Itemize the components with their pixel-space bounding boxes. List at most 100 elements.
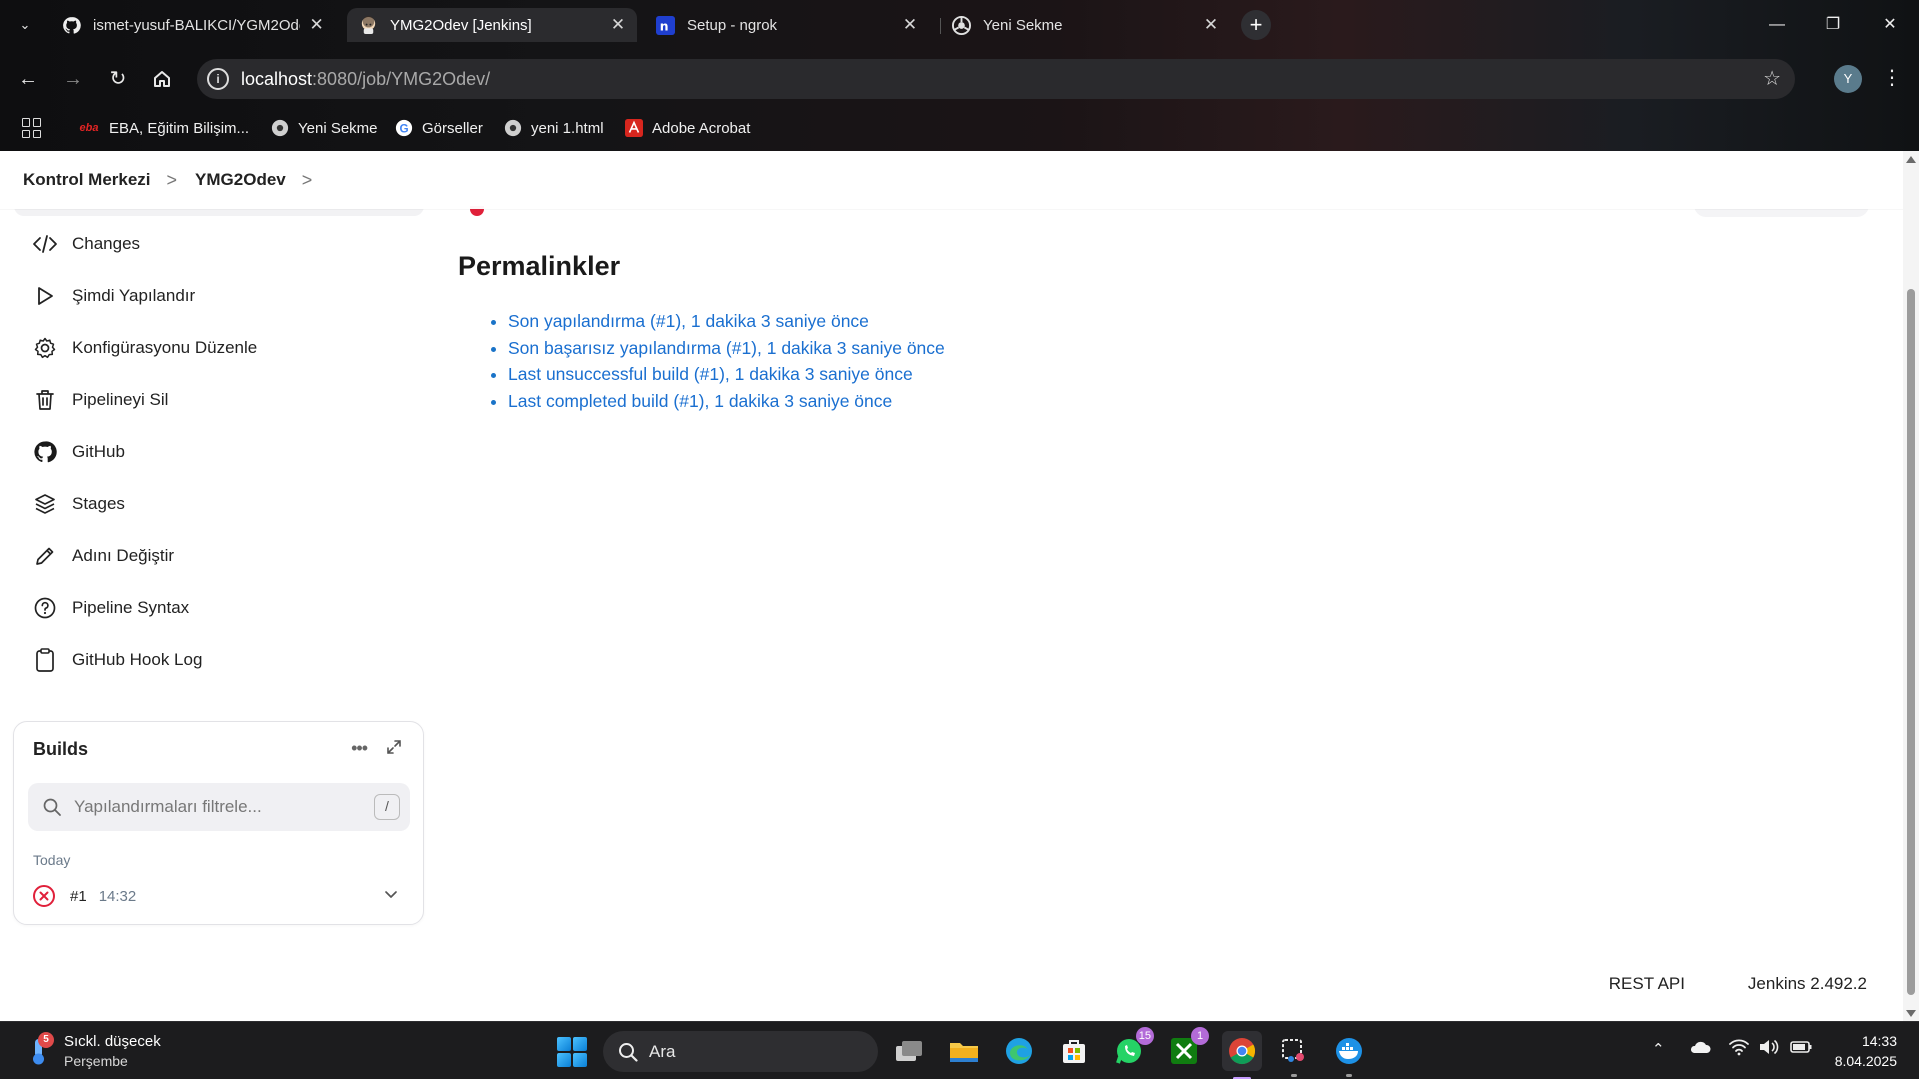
sidebar-item-rename[interactable]: Adını Değiştir: [32, 530, 412, 582]
scroll-up-arrow-icon[interactable]: [1906, 156, 1916, 163]
svg-text:G: G: [400, 123, 409, 136]
chevron-up-icon[interactable]: ⌃: [1652, 1040, 1665, 1058]
weather-title: Sıckl. düşecek: [64, 1033, 161, 1050]
sidebar-item-changes[interactable]: Changes: [32, 218, 412, 270]
xbox-icon[interactable]: 1: [1167, 1027, 1209, 1068]
tab-ngrok[interactable]: n Setup - ngrok ✕: [644, 8, 929, 42]
system-clock[interactable]: 14:33 8.04.2025: [1835, 1031, 1897, 1071]
sidebar-item-github[interactable]: GitHub: [32, 426, 412, 478]
page-scrollbar[interactable]: [1903, 151, 1919, 1021]
breadcrumb-dashboard[interactable]: Kontrol Merkezi: [23, 170, 151, 190]
window-close-icon[interactable]: ✕: [1875, 12, 1905, 38]
browser-menu-icon[interactable]: ⋮: [1882, 64, 1902, 92]
close-icon[interactable]: ✕: [901, 15, 919, 35]
close-icon[interactable]: ✕: [1202, 15, 1220, 35]
new-tab-button[interactable]: +: [1241, 10, 1271, 40]
rest-api-link[interactable]: REST API: [1609, 974, 1685, 994]
tab-strip: ⌄ ismet-yusuf-BALIKCI/YGM2Odev ✕ YMG2Ode…: [0, 0, 1919, 50]
permalink-last-completed-build[interactable]: Last completed build (#1), 1 dakika 3 sa…: [508, 391, 892, 411]
bookmark-yeni-html[interactable]: yeni 1.html: [504, 116, 604, 140]
reload-icon[interactable]: ↻: [102, 63, 134, 95]
sidebar-item-github-hook-log[interactable]: GitHub Hook Log: [32, 634, 412, 686]
address-bar[interactable]: i localhost:8080/job/YMG2Odev/ ☆: [197, 59, 1795, 99]
pencil-icon: [32, 543, 58, 569]
restore-icon[interactable]: ❐: [1818, 12, 1848, 38]
permalink-last-unsuccessful-build[interactable]: Last unsuccessful build (#1), 1 dakika 3…: [508, 364, 913, 384]
sidebar-item-configure[interactable]: Konfigürasyonu Düzenle: [32, 322, 412, 374]
taskbar-search[interactable]: Ara: [603, 1031, 878, 1072]
bookmark-yeni-sekme[interactable]: Yeni Sekme: [271, 116, 378, 140]
jenkins-icon: [359, 15, 378, 35]
tab-github[interactable]: ismet-yusuf-BALIKCI/YGM2Odev ✕: [50, 8, 335, 42]
build-row[interactable]: #1 14:32: [28, 879, 410, 913]
list-item: Son başarısız yapılandırma (#1), 1 dakik…: [508, 335, 1858, 362]
tab-jenkins[interactable]: YMG2Odev [Jenkins] ✕: [347, 8, 637, 42]
weather-subtitle: Perşembe: [64, 1053, 128, 1069]
permalink-last-build[interactable]: Son yapılandırma (#1), 1 dakika 3 saniye…: [508, 311, 869, 331]
bookmark-gorseller[interactable]: G Görseller: [395, 116, 483, 140]
clipboard-icon: [32, 647, 58, 673]
battery-icon[interactable]: [1789, 1038, 1813, 1060]
jenkins-version-link[interactable]: Jenkins 2.492.2: [1748, 974, 1867, 994]
tab-new[interactable]: Yeni Sekme ✕: [940, 8, 1230, 42]
sidebar-item-stages[interactable]: Stages: [32, 478, 412, 530]
file-explorer-icon[interactable]: [947, 1034, 981, 1068]
forward-arrow-icon[interactable]: →: [57, 63, 89, 95]
github-icon: [32, 439, 58, 465]
bookmark-acrobat[interactable]: Adobe Acrobat: [625, 116, 750, 140]
failed-status-icon: [32, 884, 56, 908]
bookmark-star-icon[interactable]: ☆: [1763, 66, 1781, 91]
help-icon: [32, 595, 58, 621]
back-arrow-icon[interactable]: ←: [12, 63, 44, 95]
microsoft-store-icon[interactable]: [1057, 1034, 1091, 1068]
svg-text:n: n: [660, 19, 669, 33]
minimize-icon[interactable]: —: [1762, 12, 1792, 38]
chevron-down-icon[interactable]: [382, 885, 400, 903]
more-options-icon[interactable]: •••: [351, 738, 368, 759]
github-icon: [62, 16, 81, 35]
volume-icon[interactable]: [1758, 1038, 1780, 1060]
tab-title: Setup - ngrok: [687, 16, 778, 34]
navigation-bar: ← → ↻ i localhost:8080/job/YMG2Odev/ ☆ Y…: [0, 50, 1919, 108]
chevron-right-icon: >: [166, 169, 178, 190]
sidebar-item-pipeline-syntax[interactable]: Pipeline Syntax: [32, 582, 412, 634]
home-icon[interactable]: [146, 63, 178, 95]
close-icon[interactable]: ✕: [308, 15, 325, 35]
bookmark-eba[interactable]: eba EBA, Eğitim Bilişim...: [78, 116, 250, 140]
edge-browser-icon[interactable]: [1002, 1034, 1036, 1068]
onedrive-cloud-icon[interactable]: [1688, 1038, 1712, 1060]
wifi-icon[interactable]: [1728, 1038, 1750, 1060]
sidebar-item-delete-pipeline[interactable]: Pipelineyi Sil: [32, 374, 412, 426]
chevron-right-icon[interactable]: >: [302, 170, 313, 191]
snipping-tool-icon[interactable]: [1277, 1034, 1311, 1077]
chrome-taskbar-icon[interactable]: [1222, 1031, 1262, 1079]
expand-icon[interactable]: [385, 738, 403, 756]
task-view-icon[interactable]: [892, 1034, 926, 1068]
bookmarks-bar: eba EBA, Eğitim Bilişim... Yeni Sekme G …: [0, 108, 1919, 150]
tab-search-chevron-icon[interactable]: ⌄: [12, 13, 38, 37]
weather-widget[interactable]: 5 Sıckl. düşecek Perşembe: [26, 1032, 226, 1072]
breadcrumb-job[interactable]: YMG2Odev: [195, 170, 286, 190]
profile-avatar[interactable]: Y: [1834, 65, 1862, 93]
builds-filter-input[interactable]: Yapılandırmaları filtrele... /: [28, 783, 410, 831]
play-icon: [32, 283, 58, 309]
main-content: Permalinkler Son yapılandırma (#1), 1 da…: [458, 251, 1858, 414]
chrome-icon: [952, 15, 971, 35]
apps-grid-icon[interactable]: [22, 118, 42, 138]
notification-badge: 15: [1135, 1027, 1154, 1045]
builds-panel: Builds ••• Yapılandırmaları filtrele... …: [13, 721, 424, 925]
sidebar-item-build-now[interactable]: Şimdi Yapılandır: [32, 270, 412, 322]
jenkins-page: Kontrol Merkezi > YMG2Odev > Changes Şim…: [0, 151, 1903, 1021]
docker-icon[interactable]: [1332, 1034, 1366, 1077]
windows-taskbar: 5 Sıckl. düşecek Perşembe Ara 15 1 ⌃ 14:…: [0, 1021, 1919, 1079]
site-info-icon[interactable]: i: [207, 68, 229, 90]
build-number[interactable]: #1: [70, 888, 87, 905]
windows-start-icon[interactable]: [557, 1037, 587, 1067]
filter-placeholder: Yapılandırmaları filtrele...: [74, 797, 262, 816]
whatsapp-icon[interactable]: 15: [1112, 1027, 1154, 1068]
close-icon[interactable]: ✕: [609, 15, 627, 35]
scrollbar-thumb[interactable]: [1907, 289, 1915, 995]
gear-icon: [32, 335, 58, 361]
scroll-down-arrow-icon[interactable]: [1906, 1010, 1916, 1017]
permalink-last-failed-build[interactable]: Son başarısız yapılandırma (#1), 1 dakik…: [508, 338, 945, 358]
